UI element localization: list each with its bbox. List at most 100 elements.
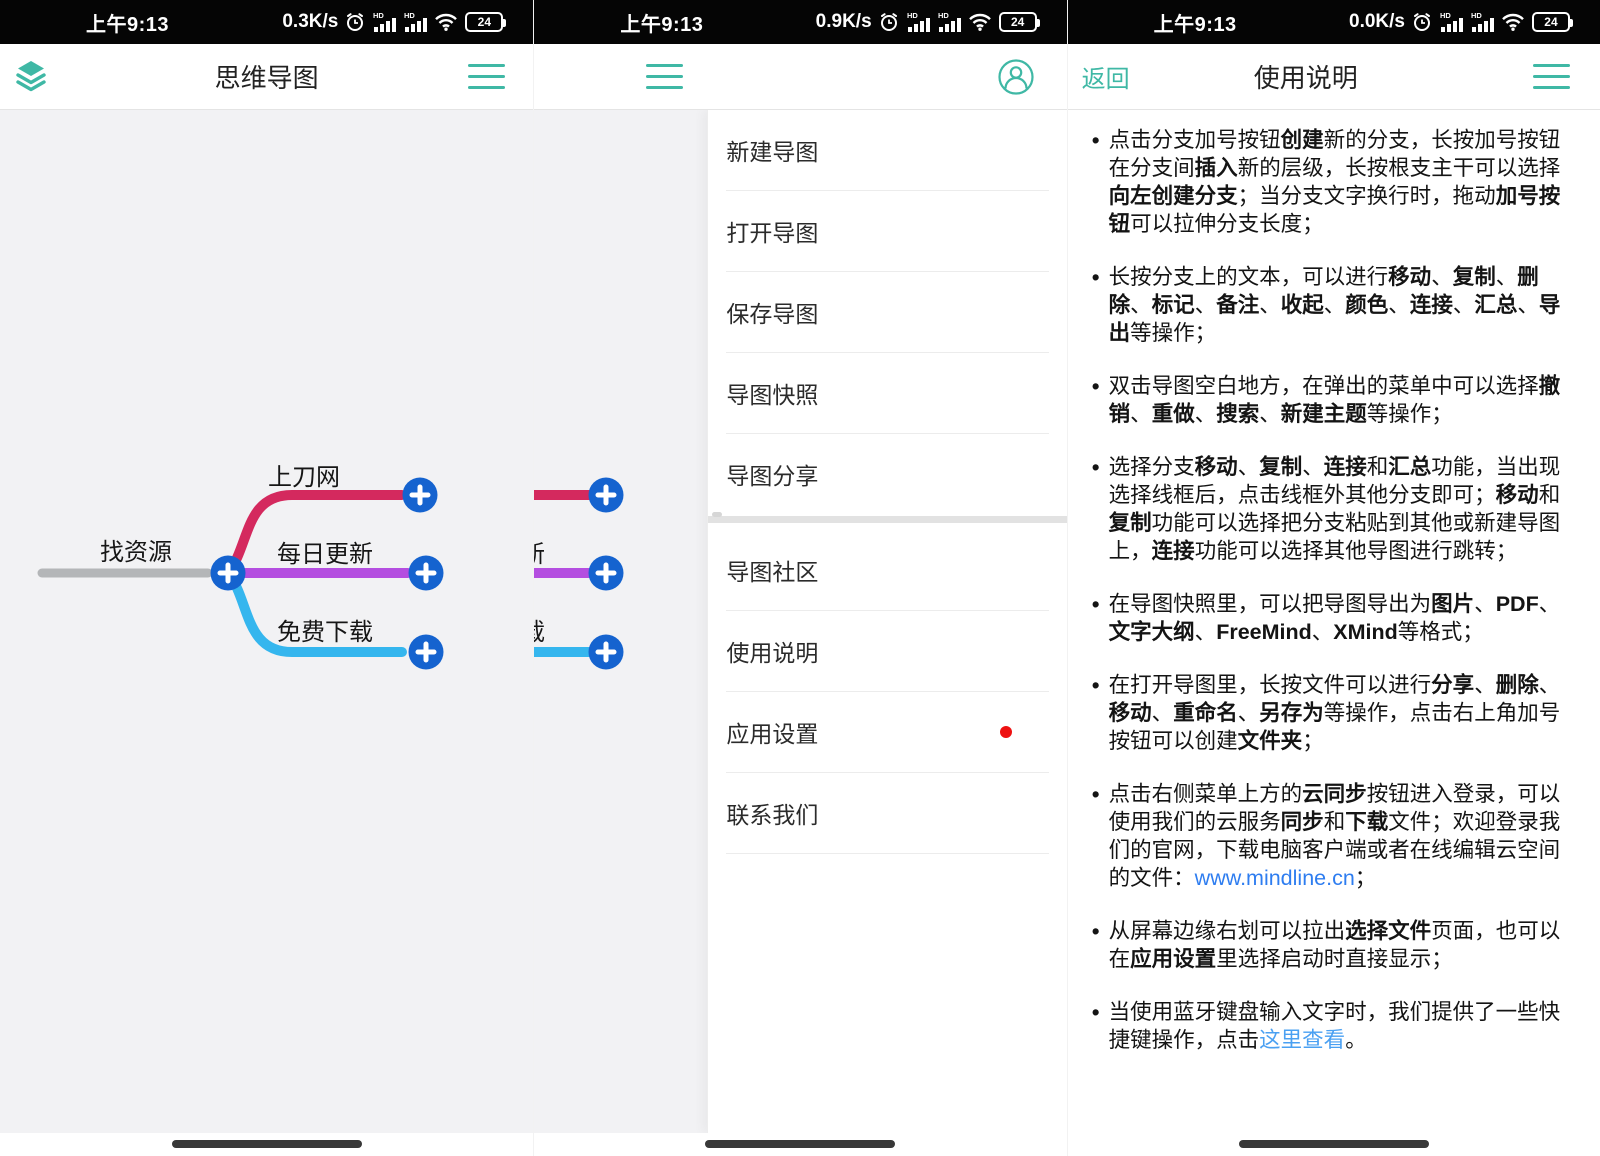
home-indicator[interactable] xyxy=(705,1140,895,1148)
account-icon[interactable] xyxy=(997,58,1035,96)
bold-text: 颜色 xyxy=(1345,293,1388,317)
bold-text: 文件夹 xyxy=(1238,729,1303,753)
branch-label[interactable]: 免费下载 xyxy=(277,619,373,646)
bold-text: 向左创建分支 xyxy=(1109,184,1238,208)
text-segment: 点击右侧菜单上方的 xyxy=(1109,782,1303,806)
svg-text:HD: HD xyxy=(373,11,384,20)
bold-text: XMind xyxy=(1333,620,1398,644)
instruction-bullet: 在打开导图里，长按文件可以进行分享、删除、移动、重命名、另存为等操作，点击右上角… xyxy=(1094,671,1572,755)
wifi-icon xyxy=(968,13,992,31)
menu-item[interactable]: 导图社区 xyxy=(708,530,1066,610)
menu-item[interactable]: 新建导图 xyxy=(708,110,1066,190)
svg-text:HD: HD xyxy=(1471,11,1482,20)
battery-level: 24 xyxy=(1011,15,1024,29)
text-segment: 、 xyxy=(1431,265,1453,289)
bold-text: 插入 xyxy=(1195,156,1238,180)
dimmed-mindmap-canvas[interactable]: 新 载 xyxy=(534,110,707,1133)
menu-button[interactable] xyxy=(646,64,683,89)
svg-text:HD: HD xyxy=(1440,11,1451,20)
bold-text: 选择文件 xyxy=(1345,919,1431,943)
menu-item-label: 保存导图 xyxy=(726,295,818,329)
text-segment: 、 xyxy=(1195,620,1217,644)
menu-item[interactable]: 联系我们 xyxy=(708,773,1066,853)
root-node-label[interactable]: 找资源 xyxy=(100,539,172,566)
instructions-body: 点击分支加号按钮创建新的分支，长按加号按钮在分支间插入新的层级，长按根支主干可以… xyxy=(1068,110,1600,1133)
text-segment: 和 xyxy=(1539,483,1561,507)
bold-text: 连接 xyxy=(1152,539,1195,563)
instruction-bullet: 在导图快照里，可以把导图导出为图片、PDF、文字大纲、FreeMind、XMin… xyxy=(1094,590,1572,646)
signal-bars-hd-icon: HD xyxy=(1439,11,1463,33)
page-title: 思维导图 xyxy=(215,58,319,95)
add-branch-button[interactable] xyxy=(409,556,444,591)
battery-level: 24 xyxy=(1544,15,1557,29)
menu-item[interactable]: 应用设置 xyxy=(708,692,1066,772)
bold-text: 复制 xyxy=(1259,455,1302,479)
status-time: 上午9:13 xyxy=(620,8,703,37)
alarm-clock-icon xyxy=(345,12,365,32)
svg-text:HD: HD xyxy=(907,11,918,20)
menu-item-label: 导图分享 xyxy=(726,457,818,491)
text-segment: 、 xyxy=(1539,673,1561,697)
menu-button[interactable] xyxy=(1533,64,1570,89)
add-branch-button[interactable] xyxy=(589,635,624,670)
branch-label[interactable]: 每日更新 xyxy=(277,541,373,568)
bold-text: 汇总 xyxy=(1388,455,1431,479)
signal-bars-hd-icon: HD xyxy=(403,11,427,33)
menu-item[interactable]: 导图分享 xyxy=(708,434,1066,514)
add-branch-button[interactable] xyxy=(589,478,624,513)
instruction-bullet: 当使用蓝牙键盘输入文字时，我们提供了一些快捷键操作，点击这里查看。 xyxy=(1094,998,1572,1054)
slide-out-menu: 新建导图打开导图保存导图导图快照导图分享 导图社区使用说明应用设置联系我们 xyxy=(707,110,1066,1133)
menu-item-label: 使用说明 xyxy=(726,634,818,668)
menu-item-label: 联系我们 xyxy=(726,796,818,830)
back-button[interactable]: 返回 xyxy=(1082,59,1130,94)
instruction-bullet: 双击导图空白地方，在弹出的菜单中可以选择撤销、重做、搜索、新建主题等操作； xyxy=(1094,372,1572,428)
instruction-bullet: 点击右侧菜单上方的云同步按钮进入登录，可以使用我们的云服务同步和下载文件；欢迎登… xyxy=(1094,780,1572,892)
screen-menu: 上午9:13 0.9K/s HD HD 24 xyxy=(533,0,1066,1156)
notification-dot xyxy=(1000,726,1012,738)
menu-item[interactable]: 打开导图 xyxy=(708,191,1066,271)
branch-label[interactable]: 上刀网 xyxy=(268,464,340,491)
add-branch-button[interactable] xyxy=(211,556,246,591)
triple-screenshot-stage: 上午9:13 0.3K/s HD HD 24 思维导图 找资源 xyxy=(0,0,1600,1156)
status-time: 上午9:13 xyxy=(86,8,169,37)
text-segment: 点击分支加号按钮 xyxy=(1109,128,1281,152)
instruction-bullet: 从屏幕边缘右划可以拉出选择文件页面，也可以在应用设置里选择启动时直接显示； xyxy=(1094,917,1572,973)
app-header: 思维导图 xyxy=(0,44,533,110)
text-segment: 和 xyxy=(1367,455,1389,479)
bold-text: 创建 xyxy=(1281,128,1324,152)
layers-icon[interactable] xyxy=(14,58,48,96)
text-segment: 可以拉伸分支长度； xyxy=(1130,212,1324,236)
bold-text: 复制 xyxy=(1453,265,1496,289)
bold-text: 移动 xyxy=(1109,701,1152,725)
mindline-website-link[interactable]: www.mindline.cn xyxy=(1195,866,1355,890)
status-bar: 上午9:13 0.9K/s HD HD 24 xyxy=(534,0,1066,44)
text-segment: 、 xyxy=(1453,293,1475,317)
signal-bars-hd-icon: HD xyxy=(937,11,961,33)
text-segment: 、 xyxy=(1238,455,1260,479)
menu-button[interactable] xyxy=(468,64,505,89)
menu-item[interactable]: 导图快照 xyxy=(708,353,1066,433)
menu-item[interactable]: 使用说明 xyxy=(708,611,1066,691)
menu-item[interactable]: 保存导图 xyxy=(708,272,1066,352)
text-segment: 、 xyxy=(1324,293,1346,317)
text-segment: ； xyxy=(1302,729,1324,753)
bold-text: 云同步 xyxy=(1302,782,1367,806)
signal-bars-hd-icon: HD xyxy=(372,11,396,33)
wifi-icon xyxy=(434,13,458,31)
screen-instructions: 上午9:13 0.0K/s HD HD 24 返回 使用说明 点击分支加号按钮创… xyxy=(1067,0,1600,1156)
bold-text: 另存为 xyxy=(1259,701,1324,725)
add-branch-button[interactable] xyxy=(409,635,444,670)
bold-text: 重命名 xyxy=(1173,701,1238,725)
home-indicator[interactable] xyxy=(172,1140,362,1148)
add-branch-button[interactable] xyxy=(589,556,624,591)
text-segment: 、 xyxy=(1496,265,1518,289)
app-header: 返回 使用说明 xyxy=(1068,44,1600,110)
bold-text: 连接 xyxy=(1410,293,1453,317)
text-segment: 选择分支 xyxy=(1109,455,1195,479)
add-branch-button[interactable] xyxy=(403,478,438,513)
mindmap-canvas[interactable]: 找资源 上刀网 每日更新 免费下载 xyxy=(0,110,533,1133)
bold-text: FreeMind xyxy=(1216,620,1312,644)
shortcut-help-link[interactable]: 这里查看 xyxy=(1259,1028,1345,1052)
home-indicator[interactable] xyxy=(1239,1140,1429,1148)
bold-text: 标记 xyxy=(1152,293,1195,317)
